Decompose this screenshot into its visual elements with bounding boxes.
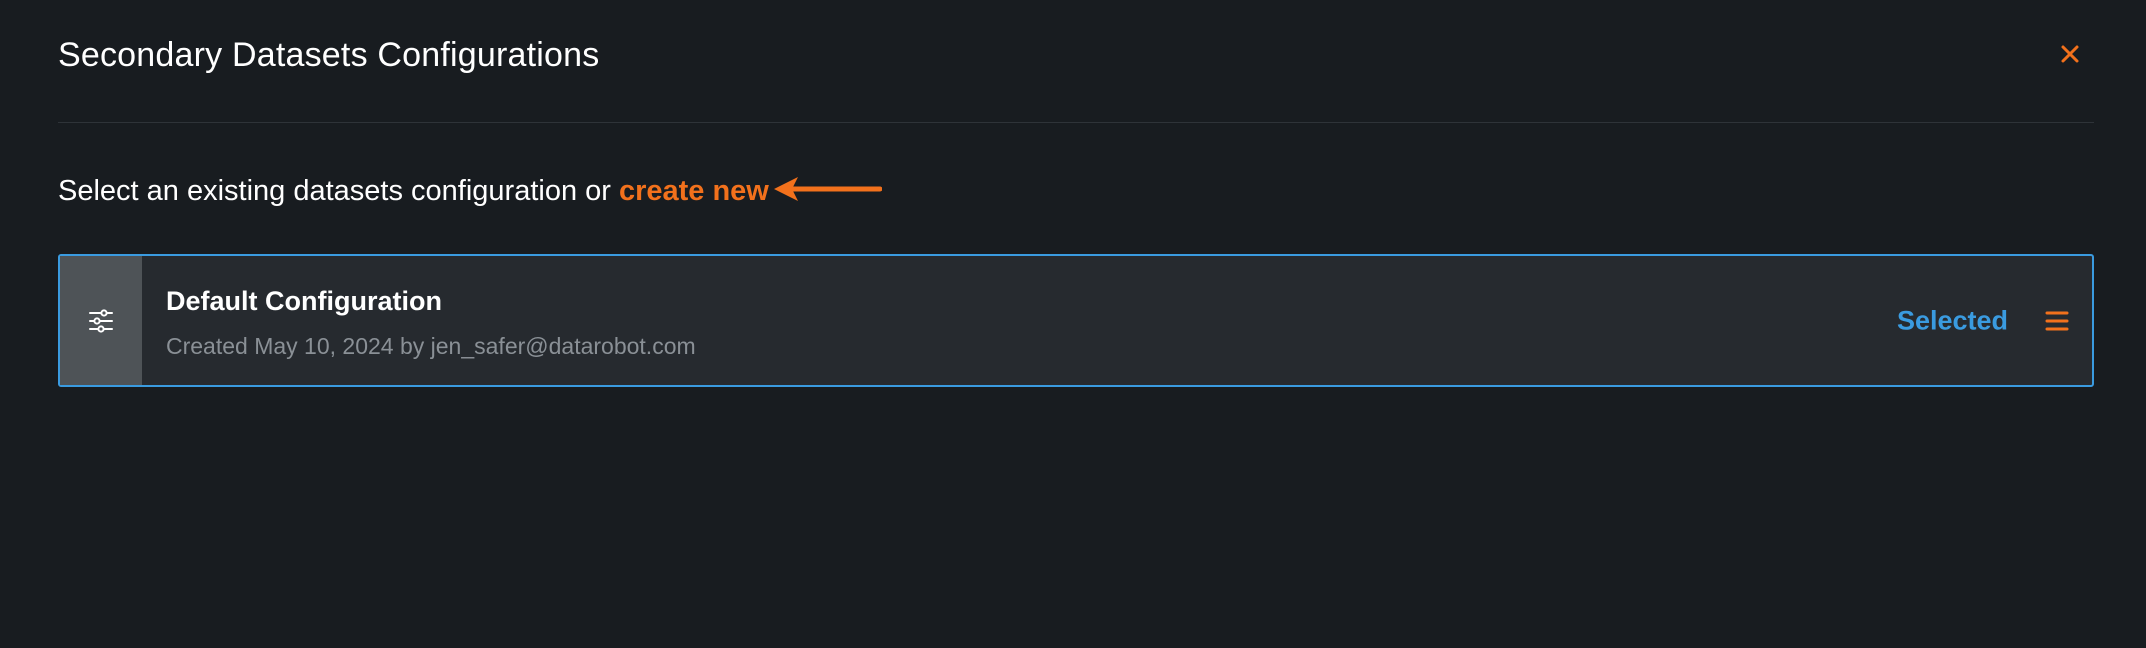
configuration-meta: Created May 10, 2024 by jen_safer@dataro…	[166, 333, 696, 359]
configuration-name: Default Configuration	[166, 286, 442, 316]
configuration-item-default[interactable]: Default Configuration Created May 10, 20…	[58, 254, 2094, 387]
create-new-link[interactable]: create new	[619, 175, 769, 208]
secondary-datasets-dialog: Secondary Datasets Configurations Select…	[0, 0, 2146, 648]
dialog-header: Secondary Datasets Configurations	[58, 0, 2094, 123]
close-icon	[2061, 45, 2079, 63]
selected-status: Selected	[1896, 305, 2008, 335]
configuration-icon-box	[60, 256, 142, 385]
arrow-left-icon	[774, 177, 882, 201]
sliders-icon	[89, 308, 113, 333]
configuration-details: Default Configuration Created May 10, 20…	[142, 256, 2092, 385]
instruction-text: Select an existing datasets configuratio…	[58, 175, 769, 208]
menu-icon	[2045, 311, 2069, 330]
dialog-title: Secondary Datasets Configurations	[58, 36, 600, 74]
configuration-menu-button[interactable]	[2044, 308, 2070, 334]
instruction-label: Select an existing datasets configuratio…	[58, 175, 611, 207]
close-button[interactable]	[2054, 38, 2086, 70]
